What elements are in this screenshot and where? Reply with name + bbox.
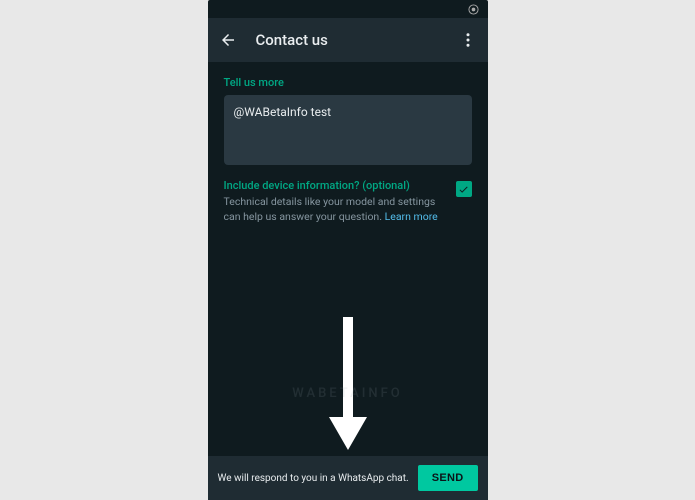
device-info-text: Include device information? (optional) T…	[224, 179, 446, 224]
message-input[interactable]	[224, 95, 472, 165]
back-button[interactable]	[216, 28, 240, 52]
page-title: Contact us	[256, 31, 440, 49]
app-header: Contact us	[208, 18, 488, 62]
notification-icon	[468, 3, 480, 15]
content-area: Tell us more Include device information?…	[208, 62, 488, 456]
send-button[interactable]: SEND	[418, 465, 478, 491]
tell-us-more-label: Tell us more	[224, 76, 472, 89]
status-bar	[208, 0, 488, 18]
footer-respond-text: We will respond to you in a WhatsApp cha…	[218, 473, 410, 484]
learn-more-link[interactable]: Learn more	[385, 210, 438, 223]
watermark-text: WABETAINFO	[292, 386, 402, 401]
footer-bar: We will respond to you in a WhatsApp cha…	[208, 456, 488, 500]
arrow-annotation	[323, 312, 373, 456]
more-options-button[interactable]	[456, 28, 480, 52]
app-window: Contact us Tell us more Include device i…	[208, 0, 488, 500]
device-info-title: Include device information? (optional)	[224, 179, 446, 192]
device-info-row: Include device information? (optional) T…	[224, 179, 472, 224]
device-info-checkbox[interactable]	[456, 181, 472, 197]
device-info-description: Technical details like your model and se…	[224, 195, 446, 224]
